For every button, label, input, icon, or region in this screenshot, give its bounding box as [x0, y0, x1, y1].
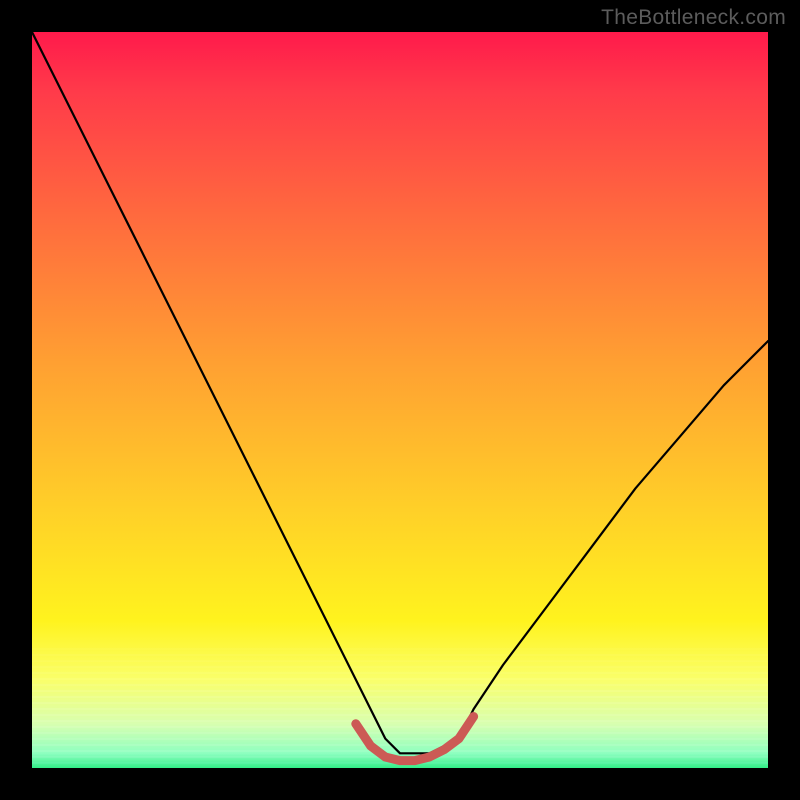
- chart-frame: TheBottleneck.com: [0, 0, 800, 800]
- watermark-text: TheBottleneck.com: [601, 6, 786, 30]
- bottleneck-curve: [32, 32, 768, 753]
- curve-svg: [32, 32, 768, 768]
- plot-area: [32, 32, 768, 768]
